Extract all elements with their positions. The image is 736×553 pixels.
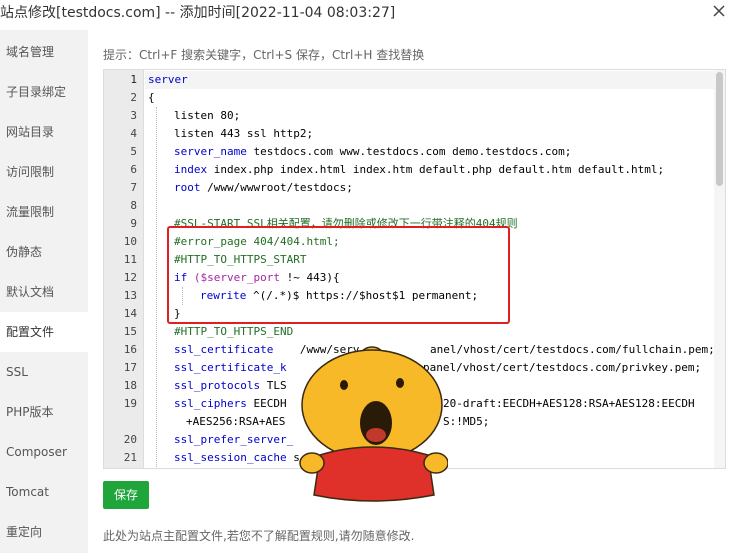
sidebar-item-domain[interactable]: 域名管理 — [0, 32, 88, 72]
directive: index — [174, 163, 208, 176]
line-number: 3 — [130, 109, 137, 122]
code-line-6: index index.php index.html index.htm def… — [174, 161, 664, 179]
directive-value: 80; — [213, 109, 241, 122]
sidebar-item-subdirectory[interactable]: 子目录绑定 — [0, 72, 88, 112]
sidebar-item-php-version[interactable]: PHP版本 — [0, 392, 88, 432]
line-number: 19 — [123, 397, 137, 410]
sidebar-item-rewrite[interactable]: 伪静态 — [0, 232, 88, 272]
directive: ssl_certificate — [174, 343, 274, 356]
code-line-19-tail: 20-draft:EECDH+AES128:RSA+AES128:EECDH — [443, 397, 695, 410]
line-number: 6 — [130, 163, 137, 176]
directive: ssl_session_cache — [174, 451, 287, 464]
sidebar-item-traffic-limit[interactable]: 流量限制 — [0, 192, 88, 232]
directive-value: testdocs.com www.testdocs.com demo.testd… — [246, 145, 572, 158]
sidebar-item-redirect[interactable]: 重定向 — [0, 512, 88, 552]
directive: ssl_ciphers — [174, 397, 247, 410]
code-line-1: server — [148, 73, 188, 86]
code-line-18: ssl_protocols TLS — [174, 377, 287, 395]
cartoon-bear-sticker — [299, 346, 448, 502]
close-icon[interactable] — [710, 2, 728, 20]
line-number-gutter: 1 2 3 4 5 6 7 8 9 10 11 12 13 14 15 16 1… — [104, 70, 144, 468]
line-number: 14 — [123, 307, 137, 320]
save-button[interactable]: 保存 — [103, 481, 149, 509]
code-line-3: listen 80; — [174, 107, 240, 125]
line-number: 13 — [123, 289, 137, 302]
indent-guide — [156, 107, 157, 467]
line-number: 20 — [123, 433, 137, 446]
line-number: 18 — [123, 379, 137, 392]
code-line-5: server_name testdocs.com www.testdocs.co… — [174, 143, 571, 161]
directive-value: TLS — [260, 379, 287, 392]
line-number: 9 — [130, 217, 137, 230]
line-number: 17 — [123, 361, 137, 374]
code-line-7: root /www/wwwroot/testdocs; — [174, 179, 353, 197]
directive: root — [174, 181, 201, 194]
line-number: 5 — [130, 145, 137, 158]
directive-value: EECDH — [246, 397, 287, 410]
line-number: 12 — [123, 271, 137, 284]
line-number: 10 — [123, 235, 137, 248]
sidebar-item-config-file[interactable]: 配置文件 — [0, 312, 88, 352]
current-line-highlight — [145, 71, 715, 89]
code-line-17-tail: panel/vhost/cert/testdocs.com/privkey.pe… — [423, 361, 702, 374]
footer-note: 此处为站点主配置文件,若您不了解配置规则,请勿随意修改. — [103, 529, 415, 543]
sidebar-item-site-directory[interactable]: 网站目录 — [0, 112, 88, 152]
code-line-19-wrap-tail: S:!MD5; — [443, 415, 490, 428]
line-number: 21 — [123, 451, 137, 464]
sidebar-item-ssl[interactable]: SSL — [0, 352, 88, 392]
code-line-19-wrap: +AES256:RSA+AES — [186, 415, 286, 428]
code-line-20: ssl_prefer_server_ — [174, 433, 294, 446]
line-number: 16 — [123, 343, 137, 356]
line-number: 4 — [130, 127, 137, 140]
sidebar-item-access-limit[interactable]: 访问限制 — [0, 152, 88, 192]
line-number: 11 — [123, 253, 137, 266]
directive-value: 443 ssl http2; — [213, 127, 314, 140]
sidebar: 域名管理 子目录绑定 网站目录 访问限制 流量限制 伪静态 默认文档 配置文件 … — [0, 30, 88, 553]
code-line-17: ssl_certificate_k — [174, 361, 287, 374]
directive-value: index.php index.html index.htm default.p… — [207, 163, 665, 176]
line-number: 2 — [130, 91, 137, 104]
code-line-16-tail: anel/vhost/cert/testdocs.com/fullchain.p… — [430, 343, 715, 356]
directive: listen — [174, 127, 214, 140]
editor-hint: 提示：Ctrl+F 搜索关键字，Ctrl+S 保存，Ctrl+H 查找替换 — [103, 48, 425, 62]
directive: ssl_protocols — [174, 379, 261, 392]
dialog-titlebar: 站点修改[testdocs.com] -- 添加时间[2022-11-04 08… — [0, 0, 736, 26]
code-line-4: listen 443 ssl http2; — [174, 125, 313, 143]
directive-value: /www/wwwroot/testdocs; — [200, 181, 353, 194]
scrollbar-thumb[interactable] — [716, 72, 723, 186]
dialog-title: 站点修改[testdocs.com] -- 添加时间[2022-11-04 08… — [0, 5, 396, 21]
code-line-2: { — [148, 91, 155, 104]
highlight-annotation-box — [167, 226, 510, 324]
directive: server_name — [174, 145, 247, 158]
sidebar-item-tomcat[interactable]: Tomcat — [0, 472, 88, 512]
line-number: 8 — [130, 199, 137, 212]
line-number: 7 — [130, 181, 137, 194]
sidebar-item-composer[interactable]: Composer — [0, 432, 88, 472]
line-number: 1 — [130, 73, 137, 86]
vertical-scrollbar[interactable] — [714, 70, 725, 468]
sidebar-item-default-document[interactable]: 默认文档 — [0, 272, 88, 312]
line-number: 15 — [123, 325, 137, 338]
code-line-19: ssl_ciphers EECDH — [174, 395, 287, 413]
code-line-21: ssl_session_cache s — [174, 449, 300, 467]
code-line-15: #HTTP_TO_HTTPS_END — [174, 325, 294, 338]
directive: listen — [174, 109, 214, 122]
